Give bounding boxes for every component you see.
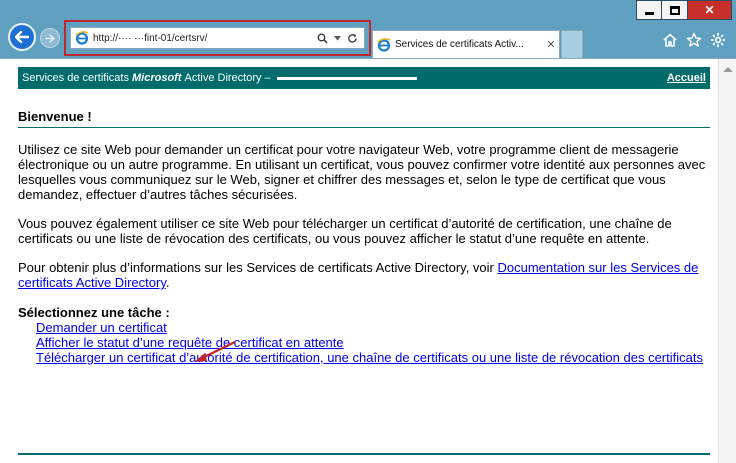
close-window-button[interactable]: ✕ <box>688 0 732 20</box>
forward-button[interactable] <box>40 28 60 48</box>
page-viewport: Services de certificats Microsoft Active… <box>0 58 736 463</box>
maximize-button[interactable] <box>662 0 688 20</box>
tab-title: Services de certificats Activ... <box>395 39 524 50</box>
download-ca-certificate-link[interactable]: Télécharger un certificat d’autorité de … <box>36 350 703 365</box>
ie-logo-icon <box>377 37 391 52</box>
banner-prefix: Services de certificats <box>22 72 129 84</box>
address-bar[interactable]: http://···· ···fint-01/certsrv/ <box>70 27 365 49</box>
task-list: Demander un certificat Afficher le statu… <box>36 320 710 365</box>
intro-paragraph: Utilisez ce site Web pour demander un ce… <box>18 142 706 202</box>
redacted-server-name <box>276 76 417 80</box>
ie-logo-icon <box>75 31 89 45</box>
page-content: Services de certificats Microsoft Active… <box>18 67 710 365</box>
bottom-divider <box>18 453 710 455</box>
refresh-icon[interactable] <box>347 33 358 44</box>
minimize-icon <box>644 11 654 15</box>
docs-paragraph: Pour obtenir plus d’informations sur les… <box>18 260 710 290</box>
favorites-star-icon[interactable] <box>686 32 702 48</box>
browser-chrome: ✕ http://···· ···fint-01/certsrv/ Servic… <box>0 0 736 58</box>
task-heading: Sélectionnez une tâche : <box>18 305 170 320</box>
maximize-icon <box>669 5 680 15</box>
docs-text: Pour obtenir plus d’informations sur les… <box>18 260 498 275</box>
back-button[interactable] <box>8 23 36 51</box>
vertical-scrollbar[interactable] <box>718 59 736 463</box>
download-paragraph: Vous pouvez également utiliser ce site W… <box>18 216 672 246</box>
annotation-arrow-icon <box>194 341 236 362</box>
settings-gear-icon[interactable] <box>710 32 726 48</box>
header-banner: Services de certificats Microsoft Active… <box>18 67 710 89</box>
back-arrow-icon <box>10 25 34 49</box>
forward-arrow-icon <box>45 33 55 43</box>
docs-period: . <box>165 275 170 290</box>
request-certificate-link[interactable]: Demander un certificat <box>36 320 167 335</box>
home-icon[interactable] <box>662 32 678 48</box>
search-icon[interactable] <box>317 33 328 44</box>
tab-certificate-services[interactable]: Services de certificats Activ... ✕ <box>372 30 560 58</box>
dropdown-chevron-icon[interactable] <box>334 35 341 41</box>
home-link[interactable]: Accueil <box>667 72 706 84</box>
scroll-up-arrow-icon[interactable] <box>723 67 733 72</box>
toolbar-right-icons <box>662 32 726 48</box>
banner-title: Services de certificats Microsoft Active… <box>22 72 417 84</box>
minimize-button[interactable] <box>636 0 662 20</box>
banner-suffix: Active Directory – <box>184 72 271 84</box>
page-title: Bienvenue ! <box>18 109 710 128</box>
address-bar-highlight: http://···· ···fint-01/certsrv/ <box>64 20 371 56</box>
close-icon: ✕ <box>704 3 715 17</box>
banner-brand: Microsoft <box>131 72 182 84</box>
new-tab-button[interactable] <box>561 30 583 58</box>
window-controls: ✕ <box>636 0 732 20</box>
url-text: http://···· ···fint-01/certsrv/ <box>93 32 208 44</box>
tab-close-icon[interactable]: ✕ <box>543 38 559 51</box>
